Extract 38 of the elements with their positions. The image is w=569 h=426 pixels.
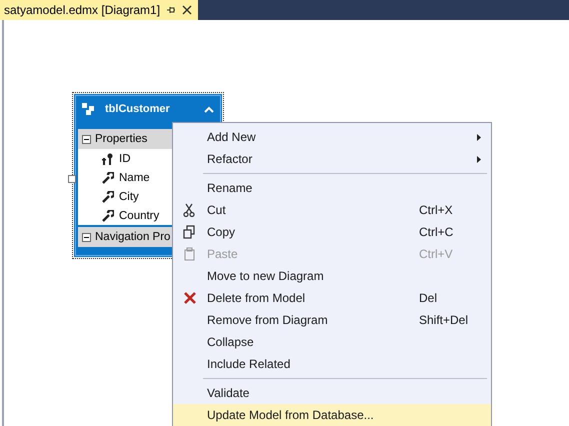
- copy-icon: [183, 225, 197, 239]
- section-title: Properties: [95, 133, 148, 145]
- property-name[interactable]: ID: [119, 152, 130, 164]
- submenu-arrow-icon: [477, 134, 481, 140]
- tab-title: satyamodel.edmx [Diagram1]: [4, 3, 160, 17]
- pin-icon[interactable]: [166, 5, 176, 15]
- shortcut-text: Del: [419, 291, 438, 305]
- menu-item[interactable]: Update Model from Database...: [173, 404, 491, 426]
- section-title: Navigation Pro: [95, 231, 170, 243]
- entity-icon: [82, 103, 96, 115]
- shortcut-text: Ctrl+C: [419, 225, 454, 239]
- toggle-icon[interactable]: [82, 232, 91, 242]
- resize-handle[interactable]: [68, 175, 76, 183]
- menu-item[interactable]: Collapse: [173, 331, 491, 353]
- submenu-arrow-icon: [477, 156, 481, 162]
- document-tab[interactable]: satyamodel.edmx [Diagram1]: [0, 0, 198, 20]
- property-name[interactable]: City: [119, 190, 139, 202]
- property-name[interactable]: Name: [119, 172, 150, 184]
- shortcut-text: Ctrl+V: [419, 247, 454, 261]
- wrench-icon: [102, 190, 114, 202]
- entity-name: tblCustomer: [105, 103, 171, 115]
- menu-item[interactable]: Move to new Diagram: [173, 265, 491, 287]
- menu-item[interactable]: Delete from Model Del: [173, 287, 491, 309]
- close-icon[interactable]: [182, 5, 192, 15]
- key-icon: [102, 152, 114, 164]
- toggle-icon[interactable]: [82, 134, 91, 144]
- collapse-icon[interactable]: [204, 106, 214, 112]
- shortcut-text: Ctrl+X: [419, 203, 454, 217]
- menu-item[interactable]: Remove from Diagram Shift+Del: [173, 309, 491, 331]
- wrench-icon: [102, 172, 114, 184]
- menu-item[interactable]: Include Related: [173, 353, 491, 375]
- scissors-icon: [183, 203, 197, 217]
- menu-item[interactable]: Validate: [173, 382, 491, 404]
- paste-icon: [183, 247, 197, 261]
- wrench-icon: [102, 210, 114, 222]
- shortcut-text: Shift+Del: [419, 313, 470, 327]
- delete-icon: [183, 291, 197, 305]
- property-name[interactable]: Country: [119, 210, 160, 222]
